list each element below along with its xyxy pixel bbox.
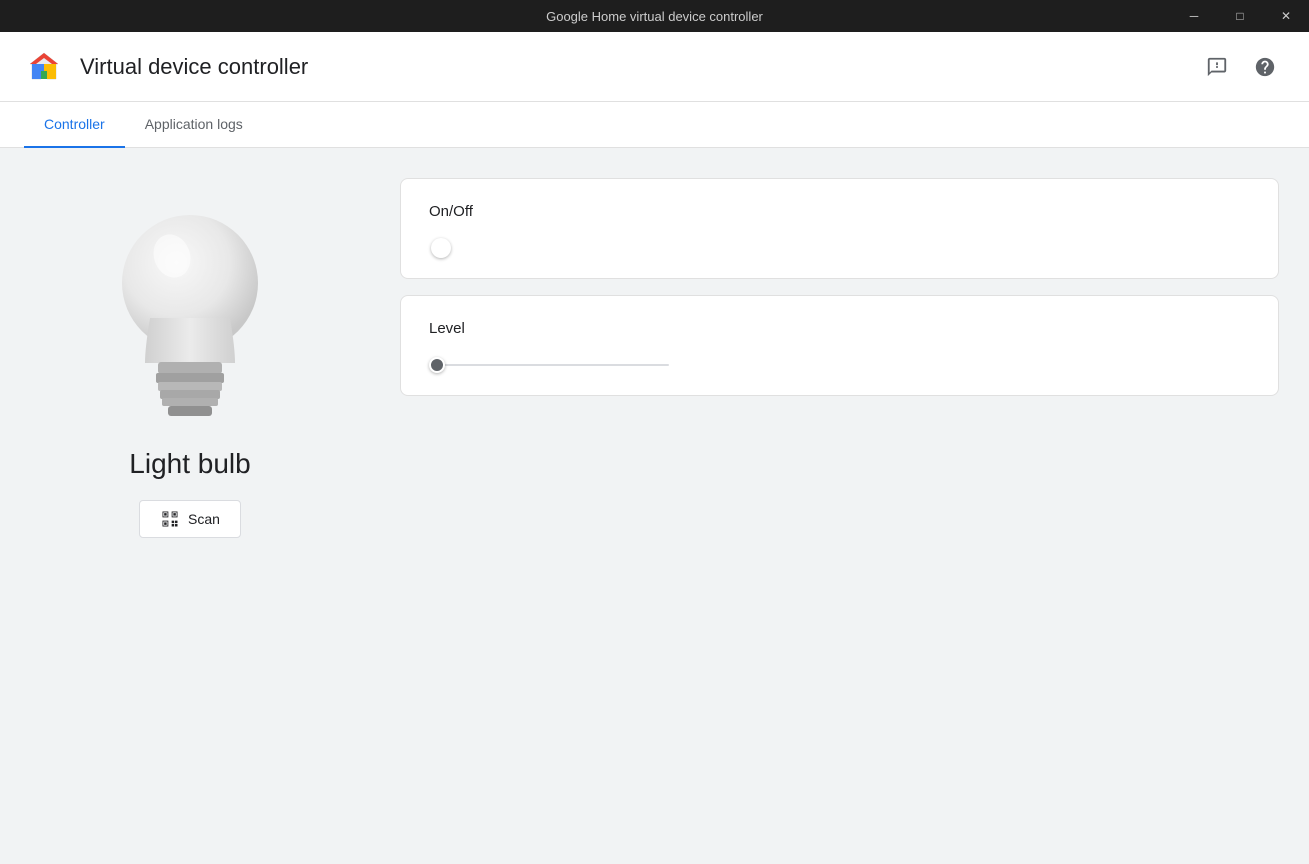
right-panel: On/Off Level [380, 148, 1309, 864]
maximize-button[interactable]: □ [1217, 0, 1263, 32]
close-button[interactable]: ✕ [1263, 0, 1309, 32]
minimize-button[interactable]: ─ [1171, 0, 1217, 32]
onoff-card: On/Off [400, 178, 1279, 279]
tab-controller[interactable]: Controller [24, 102, 125, 148]
toggle-thumb [431, 238, 451, 258]
tabs-bar: Controller Application logs [0, 102, 1309, 148]
title-bar: Google Home virtual device controller ─ … [0, 0, 1309, 32]
level-card: Level [400, 295, 1279, 396]
qr-code-icon [160, 509, 180, 529]
left-panel: Light bulb Scan [0, 148, 380, 864]
scan-button[interactable]: Scan [139, 500, 241, 538]
app-logo [24, 47, 64, 87]
feedback-icon [1206, 56, 1228, 78]
main-content: Light bulb Scan On/Off Level [0, 148, 1309, 864]
level-title: Level [429, 320, 1250, 337]
title-bar-controls: ─ □ ✕ [1171, 0, 1309, 32]
level-slider[interactable] [429, 364, 669, 366]
title-bar-text: Google Home virtual device controller [546, 9, 763, 24]
device-image [90, 188, 290, 428]
help-icon [1254, 56, 1276, 78]
feedback-button[interactable] [1197, 47, 1237, 87]
app-header: Virtual device controller [0, 32, 1309, 102]
app-title: Virtual device controller [80, 54, 1197, 80]
scan-button-label: Scan [188, 511, 220, 527]
device-name-label: Light bulb [129, 448, 250, 480]
onoff-title: On/Off [429, 203, 1250, 220]
help-button[interactable] [1245, 47, 1285, 87]
tab-application-logs[interactable]: Application logs [125, 102, 263, 148]
header-icons [1197, 47, 1285, 87]
